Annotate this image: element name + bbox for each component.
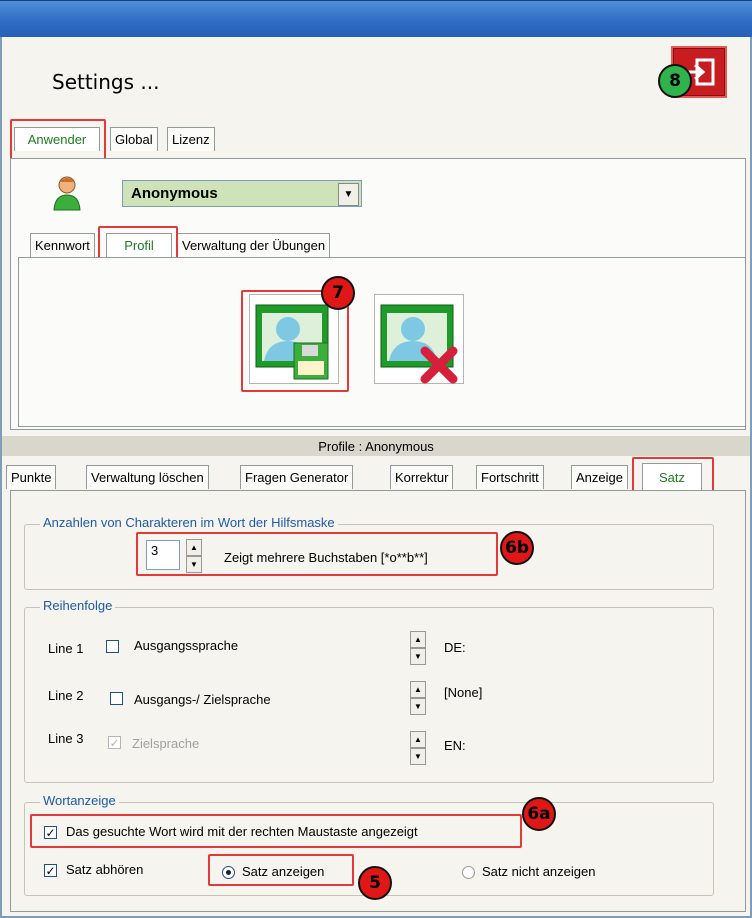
callout-6a: 6a: [522, 797, 556, 831]
line-2-language: [None]: [444, 685, 483, 700]
listen-checkbox[interactable]: ✓: [44, 864, 57, 877]
tab-verwaltung-loeschen[interactable]: Verwaltung löschen: [86, 465, 209, 489]
word-legend: Wortanzeige: [40, 793, 119, 808]
user-select-value: Anonymous: [131, 185, 218, 202]
line-3-checkbox[interactable]: ✓: [108, 736, 121, 749]
line-1-checkbox[interactable]: [106, 640, 119, 653]
order-legend: Reihenfolge: [40, 598, 116, 613]
page-title: Settings ...: [52, 70, 160, 94]
line-1-option: Ausgangssprache: [134, 638, 239, 653]
user-select[interactable]: Anonymous ▼: [122, 180, 362, 207]
line-2-checkbox[interactable]: [110, 692, 123, 705]
hide-sentence-label: Satz nicht anzeigen: [482, 864, 596, 879]
line-2-label: Line 2: [48, 688, 84, 703]
line-1-label: Line 1: [48, 641, 84, 656]
delete-profile-icon: [380, 304, 458, 384]
callout-6b: 6b: [500, 531, 534, 565]
hint-legend: Anzahlen von Charakteren im Wort der Hil…: [40, 515, 338, 530]
line-2-up-icon[interactable]: ▲: [410, 681, 426, 698]
order-groupbox: [24, 607, 714, 783]
line-3-option: Zielsprache: [132, 736, 200, 751]
delete-profile-button[interactable]: [374, 294, 464, 384]
line-3-up-icon[interactable]: ▲: [410, 731, 426, 748]
tab-kennwort[interactable]: Kennwort: [30, 233, 95, 257]
line-1-language: DE:: [444, 640, 466, 655]
line-3-language: EN:: [444, 738, 466, 753]
line-2-option: Ausgangs-/ Zielsprache: [134, 692, 271, 707]
line-3-down-icon[interactable]: ▼: [410, 748, 426, 765]
hide-sentence-radio[interactable]: [462, 866, 475, 879]
callout-5: 5: [358, 866, 392, 900]
line-1-up-icon[interactable]: ▲: [410, 631, 426, 648]
callout-7: 7: [321, 276, 355, 310]
highlight-show-sentence: [208, 854, 354, 886]
tab-korrektur[interactable]: Korrektur: [390, 465, 454, 489]
tab-lizenz[interactable]: Lizenz: [167, 127, 215, 151]
tab-fortschritt[interactable]: Fortschritt: [476, 465, 544, 489]
user-icon: [53, 176, 81, 211]
profile-header: Profile : Anonymous: [2, 436, 750, 456]
highlight-right-click: [30, 814, 522, 848]
highlight-hint: [136, 532, 498, 576]
avatar: [52, 174, 82, 212]
tab-anzeige[interactable]: Anzeige: [571, 465, 628, 489]
line-3-label: Line 3: [48, 731, 84, 746]
window-titlebar[interactable]: [0, 0, 752, 37]
line-2-down-icon[interactable]: ▼: [410, 698, 426, 715]
tab-verwaltung-uebungen[interactable]: Verwaltung der Übungen: [177, 233, 331, 257]
chevron-down-icon[interactable]: ▼: [338, 183, 359, 206]
tab-global[interactable]: Global: [110, 127, 158, 151]
line-1-down-icon[interactable]: ▼: [410, 648, 426, 665]
tab-punkte[interactable]: Punkte: [6, 465, 57, 489]
top-tabs: Anwender Global Lizenz: [10, 124, 750, 160]
tab-fragen-generator[interactable]: Fragen Generator: [240, 465, 354, 489]
callout-8: 8: [658, 64, 692, 98]
listen-label: Satz abhören: [66, 862, 144, 877]
